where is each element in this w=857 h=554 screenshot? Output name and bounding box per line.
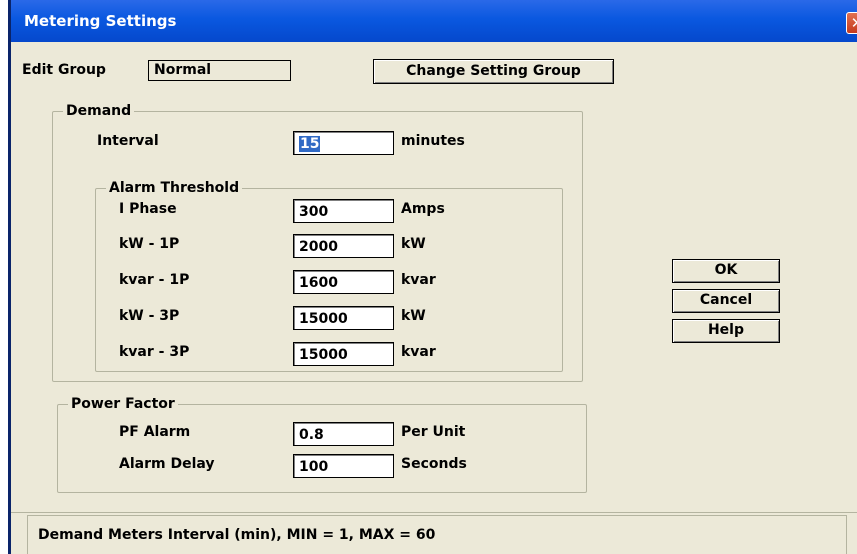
kvar-1p-input[interactable]: 1600 bbox=[293, 270, 394, 294]
kvar-1p-label: kvar - 1P bbox=[119, 272, 190, 288]
kvar-3p-label: kvar - 3P bbox=[119, 344, 190, 360]
i-phase-unit: Amps bbox=[401, 201, 445, 217]
change-setting-group-button[interactable]: Change Setting Group bbox=[373, 59, 614, 84]
interval-unit: minutes bbox=[401, 133, 465, 149]
pf-alarm-unit: Per Unit bbox=[401, 424, 466, 440]
alarm-delay-label: Alarm Delay bbox=[119, 456, 215, 472]
cancel-button[interactable]: Cancel bbox=[672, 289, 780, 313]
pf-alarm-input[interactable]: 0.8 bbox=[293, 422, 394, 446]
alarm-delay-unit: Seconds bbox=[401, 456, 467, 472]
ok-button[interactable]: OK bbox=[672, 259, 780, 283]
kw-3p-unit: kW bbox=[401, 308, 426, 324]
edit-group-field: Normal bbox=[148, 60, 291, 81]
power-factor-legend: Power Factor bbox=[68, 395, 178, 413]
window-left-border bbox=[0, 0, 11, 554]
status-text: Demand Meters Interval (min), MIN = 1, M… bbox=[38, 527, 436, 543]
kvar-3p-unit: kvar bbox=[401, 344, 436, 360]
kvar-3p-input[interactable]: 15000 bbox=[293, 342, 394, 366]
kw-1p-input[interactable]: 2000 bbox=[293, 234, 394, 258]
kw-1p-label: kW - 1P bbox=[119, 236, 180, 252]
power-factor-group: Power Factor bbox=[57, 395, 587, 493]
window-title: Metering Settings bbox=[24, 12, 177, 30]
alarm-threshold-legend: Alarm Threshold bbox=[106, 179, 243, 197]
status-help-box: Demand Meters Interval (min), MIN = 1, M… bbox=[27, 515, 847, 554]
kvar-1p-unit: kvar bbox=[401, 272, 436, 288]
pf-alarm-label: PF Alarm bbox=[119, 424, 191, 440]
i-phase-input[interactable]: 300 bbox=[293, 199, 394, 223]
edit-group-label: Edit Group bbox=[22, 62, 106, 78]
interval-label: Interval bbox=[97, 133, 159, 149]
title-bar[interactable]: Metering Settings ✕ bbox=[11, 0, 857, 42]
i-phase-label: I Phase bbox=[119, 201, 177, 217]
interval-value: 15 bbox=[299, 136, 321, 152]
alarm-delay-input[interactable]: 100 bbox=[293, 454, 394, 478]
interval-input[interactable]: 15 bbox=[293, 131, 394, 155]
kw-3p-input[interactable]: 15000 bbox=[293, 306, 394, 330]
demand-legend: Demand bbox=[63, 102, 135, 120]
help-button[interactable]: Help bbox=[672, 319, 780, 343]
kw-1p-unit: kW bbox=[401, 236, 426, 252]
close-icon[interactable]: ✕ bbox=[846, 12, 857, 34]
kw-3p-label: kW - 3P bbox=[119, 308, 180, 324]
